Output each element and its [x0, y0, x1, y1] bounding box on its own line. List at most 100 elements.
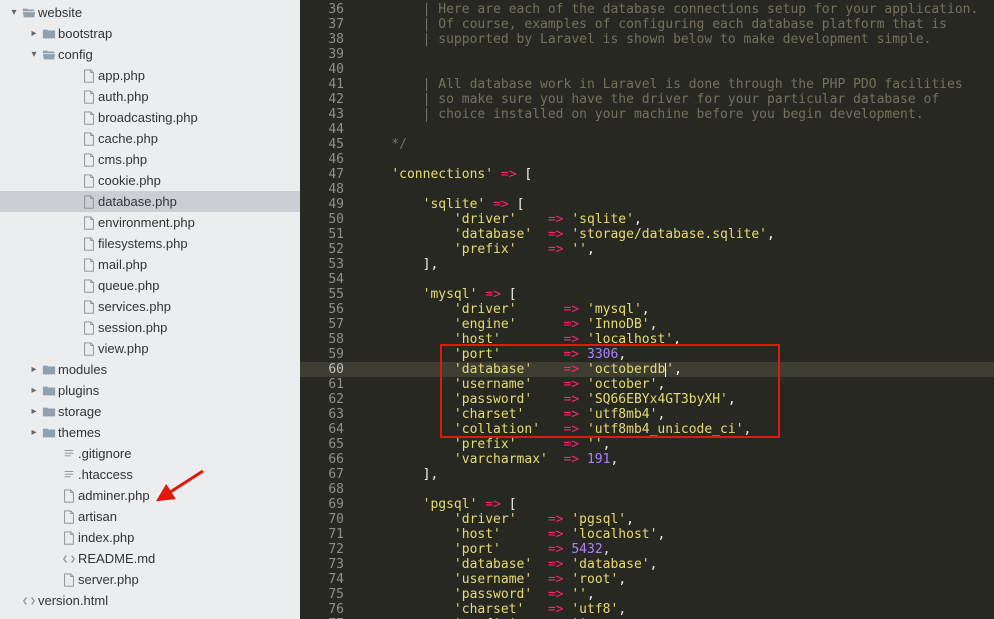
tree-folder-modules[interactable]: ▸modules	[0, 359, 300, 380]
tree-file-mail-php[interactable]: mail.php	[0, 254, 300, 275]
code-line[interactable]: 'port' => 3306,	[356, 347, 994, 362]
code-line[interactable]: 'driver' => 'mysql',	[356, 302, 994, 317]
file-icon	[80, 111, 98, 125]
chevron-icon: ▾	[28, 49, 40, 60]
code-line[interactable]: 'connections' => [	[356, 167, 994, 182]
code-line[interactable]: | Here are each of the database connecti…	[356, 2, 994, 17]
code-line[interactable]: 'prefix' => '',	[356, 242, 994, 257]
code-line[interactable]: 'driver' => 'pgsql',	[356, 512, 994, 527]
file-icon	[80, 237, 98, 251]
tree-file-cms-php[interactable]: cms.php	[0, 149, 300, 170]
tree-file-view-php[interactable]: view.php	[0, 338, 300, 359]
code-line[interactable]: 'mysql' => [	[356, 287, 994, 302]
tree-folder-bootstrap[interactable]: ▸bootstrap	[0, 23, 300, 44]
tree-item-label: server.php	[78, 572, 139, 587]
code-line[interactable]: | Of course, examples of configuring eac…	[356, 17, 994, 32]
code-line[interactable]	[356, 62, 994, 77]
tree-file-filesystems-php[interactable]: filesystems.php	[0, 233, 300, 254]
code-line[interactable]: 'sqlite' => [	[356, 197, 994, 212]
tree-file-adminer-php[interactable]: adminer.php	[0, 485, 300, 506]
file-icon	[80, 279, 98, 293]
code-content[interactable]: | Here are each of the database connecti…	[356, 0, 994, 619]
code-line[interactable]: 'port' => 5432,	[356, 542, 994, 557]
folder-icon	[40, 384, 58, 398]
code-line[interactable]: 'collation' => 'utf8mb4_unicode_ci',	[356, 422, 994, 437]
code-editor[interactable]: 3637383940414243444546474849505152535455…	[300, 0, 994, 619]
code-line[interactable]: 'driver' => 'sqlite',	[356, 212, 994, 227]
tree-item-label: filesystems.php	[98, 236, 188, 251]
tree-file-database-php[interactable]: database.php	[0, 191, 300, 212]
code-line[interactable]: 'username' => 'october',	[356, 377, 994, 392]
tree-file-server-php[interactable]: server.php	[0, 569, 300, 590]
tree-file--htaccess[interactable]: .htaccess	[0, 464, 300, 485]
line-number: 40	[300, 62, 344, 77]
code-line[interactable]: 'prefix' => '',	[356, 437, 994, 452]
code-line[interactable]: */	[356, 137, 994, 152]
line-number: 58	[300, 332, 344, 347]
code-line[interactable]: 'password' => 'SQ66EBYx4GT3byXH',	[356, 392, 994, 407]
tree-folder-website[interactable]: ▾website	[0, 2, 300, 23]
tree-file-auth-php[interactable]: auth.php	[0, 86, 300, 107]
code-line[interactable]: 'database' => 'octoberdb',	[356, 362, 994, 377]
code-line[interactable]: 'host' => 'localhost',	[356, 527, 994, 542]
code-line[interactable]: | supported by Laravel is shown below to…	[356, 32, 994, 47]
tree-file-queue-php[interactable]: queue.php	[0, 275, 300, 296]
code-line[interactable]: 'charset' => 'utf8mb4',	[356, 407, 994, 422]
code-line[interactable]	[356, 152, 994, 167]
line-number: 44	[300, 122, 344, 137]
line-number: 37	[300, 17, 344, 32]
code-line[interactable]	[356, 482, 994, 497]
code-line[interactable]: 'engine' => 'InnoDB',	[356, 317, 994, 332]
code-line[interactable]	[356, 47, 994, 62]
tree-folder-storage[interactable]: ▸storage	[0, 401, 300, 422]
tree-file-cache-php[interactable]: cache.php	[0, 128, 300, 149]
code-line[interactable]: 'varcharmax' => 191,	[356, 452, 994, 467]
line-number: 57	[300, 317, 344, 332]
line-number: 42	[300, 92, 344, 107]
code-line[interactable]: 'database' => 'database',	[356, 557, 994, 572]
line-number: 73	[300, 557, 344, 572]
tree-folder-themes[interactable]: ▸themes	[0, 422, 300, 443]
tree-item-label: broadcasting.php	[98, 110, 198, 125]
code-line[interactable]	[356, 182, 994, 197]
line-number: 53	[300, 257, 344, 272]
tree-file-environment-php[interactable]: environment.php	[0, 212, 300, 233]
code-line[interactable]: ],	[356, 257, 994, 272]
file-icon	[60, 510, 78, 524]
tree-item-label: .htaccess	[78, 467, 133, 482]
line-number: 56	[300, 302, 344, 317]
tree-file-index-php[interactable]: index.php	[0, 527, 300, 548]
tree-file-artisan[interactable]: artisan	[0, 506, 300, 527]
text-file-icon	[60, 447, 78, 461]
code-line[interactable]: 'host' => 'localhost',	[356, 332, 994, 347]
tree-file--gitignore[interactable]: .gitignore	[0, 443, 300, 464]
tree-folder-plugins[interactable]: ▸plugins	[0, 380, 300, 401]
code-line[interactable]	[356, 272, 994, 287]
code-line[interactable]: | so make sure you have the driver for y…	[356, 92, 994, 107]
code-line[interactable]: ],	[356, 467, 994, 482]
file-icon	[80, 174, 98, 188]
tree-item-label: index.php	[78, 530, 134, 545]
tree-folder-config[interactable]: ▾config	[0, 44, 300, 65]
line-number: 52	[300, 242, 344, 257]
line-number: 72	[300, 542, 344, 557]
line-number: 41	[300, 77, 344, 92]
code-line[interactable]: 'charset' => 'utf8',	[356, 602, 994, 617]
tree-file-services-php[interactable]: services.php	[0, 296, 300, 317]
tree-file-session-php[interactable]: session.php	[0, 317, 300, 338]
file-tree-sidebar[interactable]: ▾website▸bootstrap▾configapp.phpauth.php…	[0, 0, 300, 619]
folder-open-icon	[40, 48, 58, 62]
tree-file-broadcasting-php[interactable]: broadcasting.php	[0, 107, 300, 128]
code-line[interactable]: 'password' => '',	[356, 587, 994, 602]
code-line[interactable]: | All database work in Laravel is done t…	[356, 77, 994, 92]
code-line[interactable]: 'database' => 'storage/database.sqlite',	[356, 227, 994, 242]
code-line[interactable]: 'pgsql' => [	[356, 497, 994, 512]
tree-file-app-php[interactable]: app.php	[0, 65, 300, 86]
tree-file-version-html[interactable]: version.html	[0, 590, 300, 611]
code-line[interactable]	[356, 122, 994, 137]
code-line[interactable]: 'username' => 'root',	[356, 572, 994, 587]
tree-file-cookie-php[interactable]: cookie.php	[0, 170, 300, 191]
tree-file-README-md[interactable]: README.md	[0, 548, 300, 569]
line-number: 47	[300, 167, 344, 182]
code-line[interactable]: | choice installed on your machine befor…	[356, 107, 994, 122]
